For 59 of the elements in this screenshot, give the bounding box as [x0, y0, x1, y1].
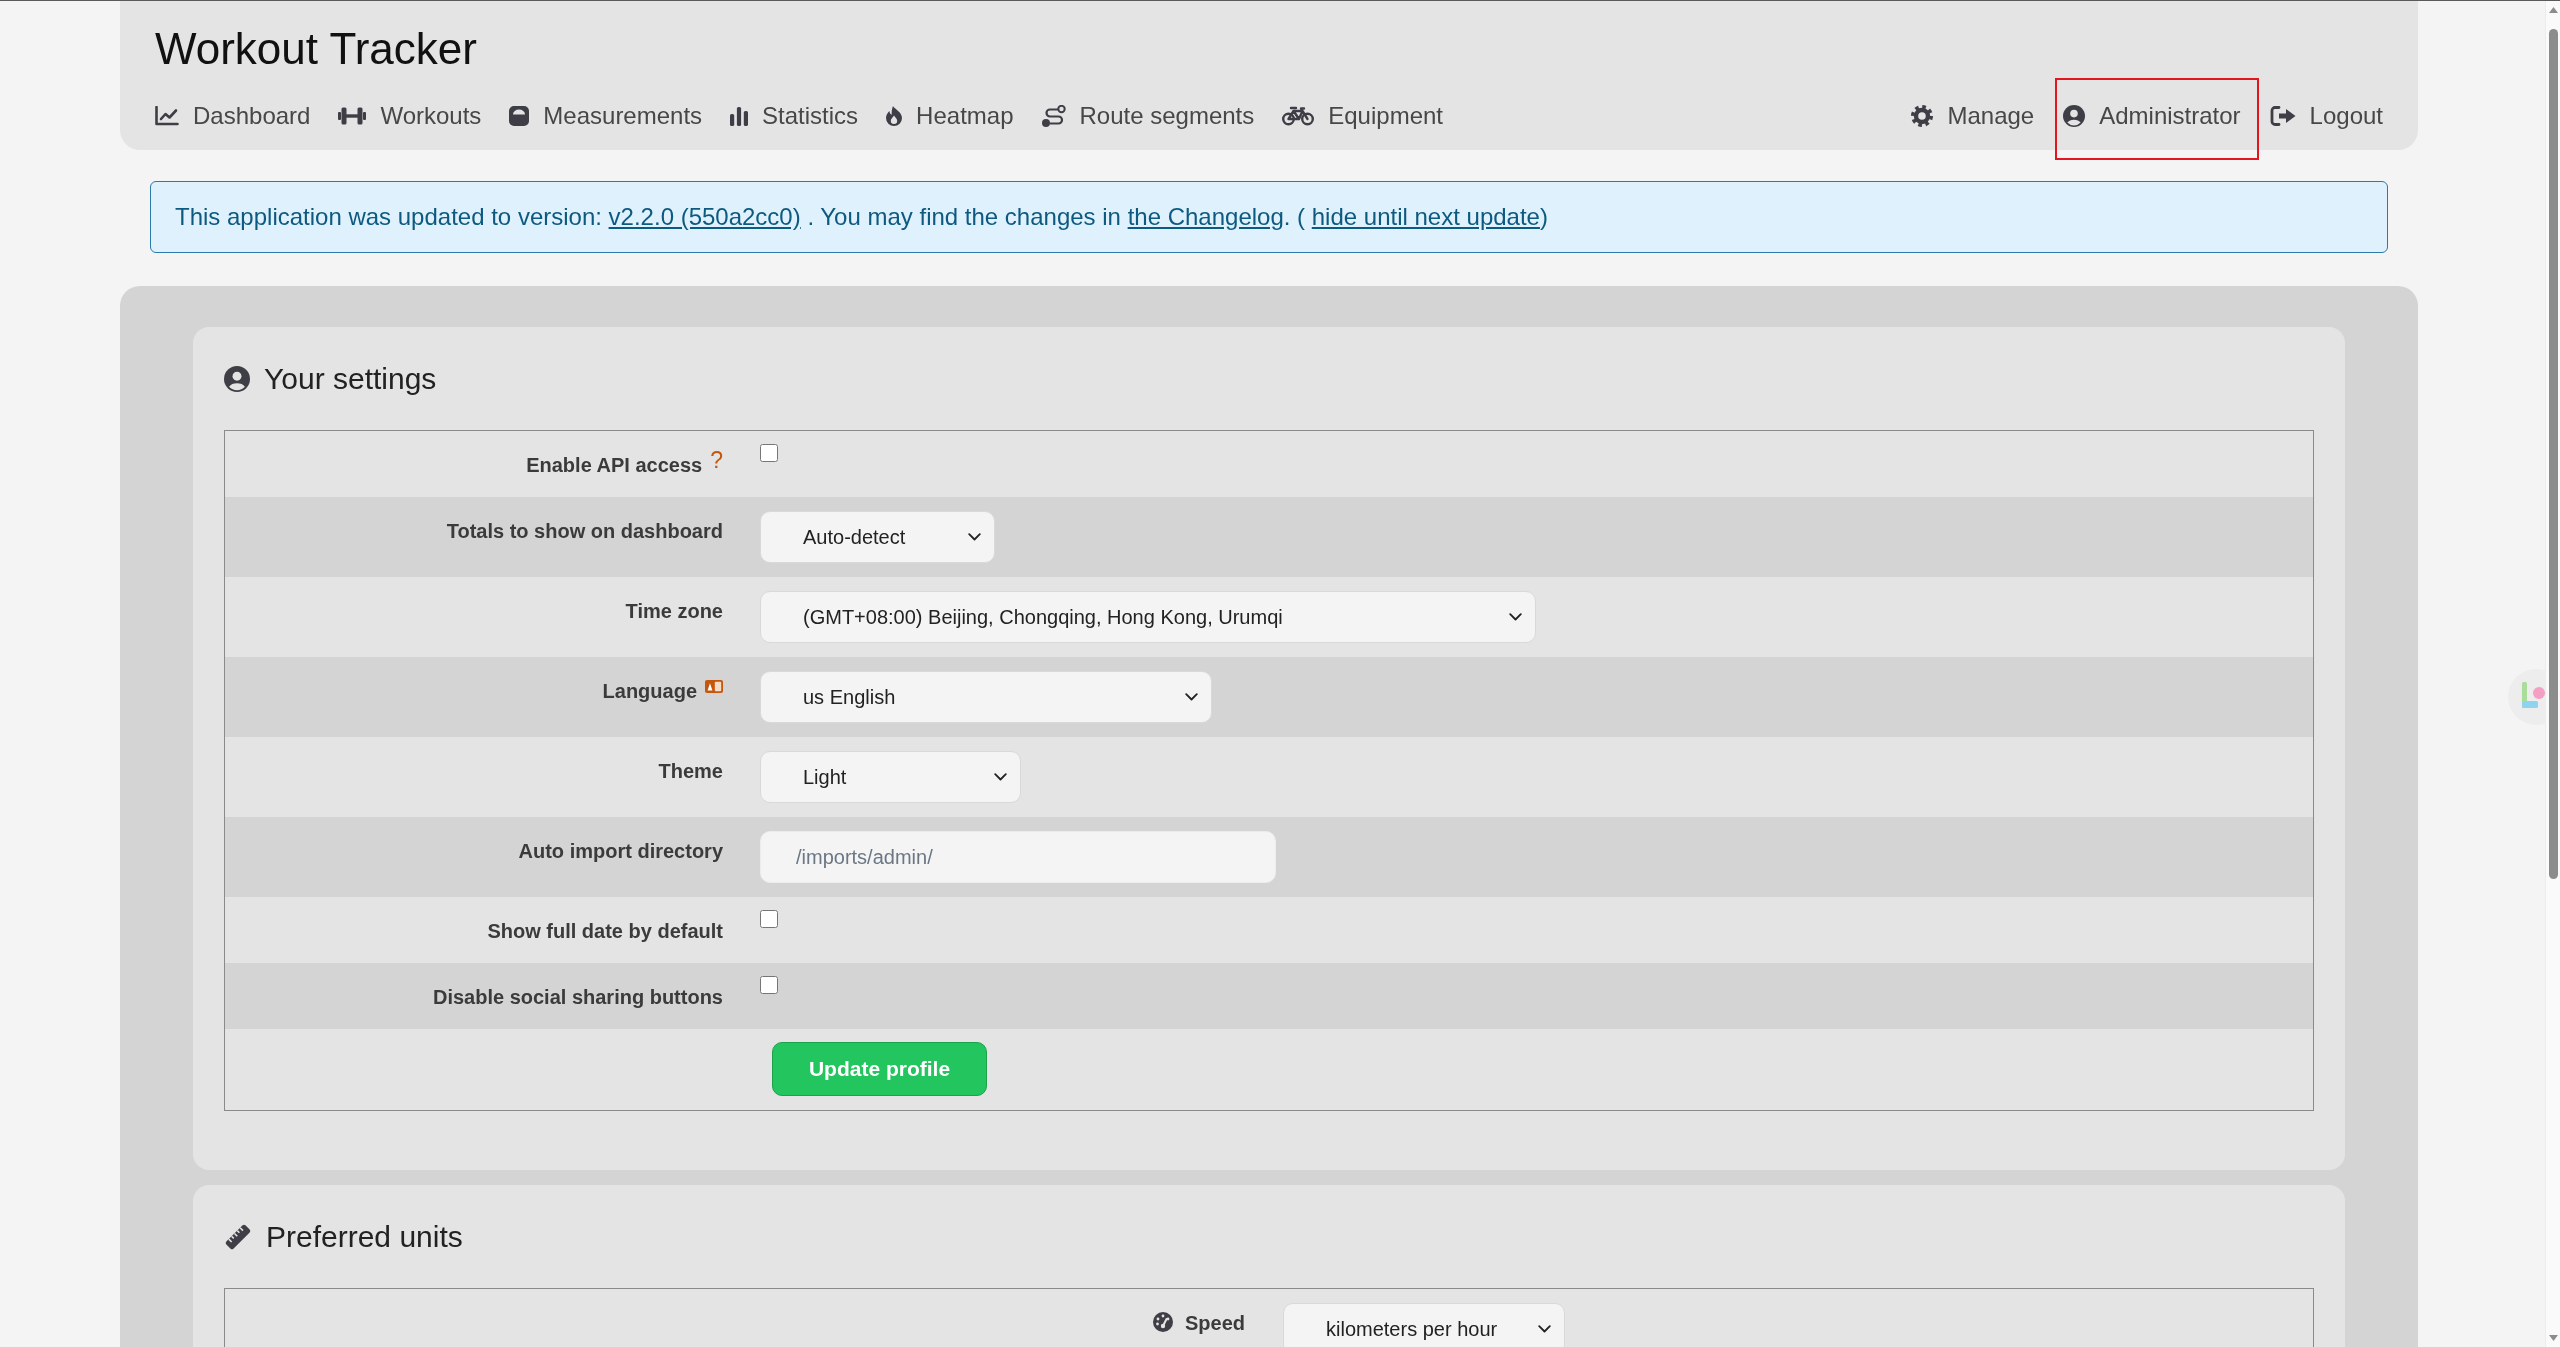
chevron-down-icon: [994, 773, 1007, 781]
field-label: Language: [602, 679, 697, 703]
field-label: Show full date by default: [487, 919, 723, 943]
user-circle-icon: [224, 366, 250, 392]
dropdown[interactable]: us English: [760, 671, 1212, 723]
nav-link[interactable]: Measurements: [509, 101, 703, 131]
checkbox[interactable]: [760, 444, 778, 462]
checkbox[interactable]: [760, 976, 778, 994]
nav-link[interactable]: Administrator: [2063, 101, 2241, 131]
help-mark: ?: [710, 449, 723, 471]
gear-icon: [1911, 105, 1934, 127]
text-field[interactable]: /imports/admin/: [760, 831, 1276, 883]
chevron-down-icon: [968, 533, 981, 541]
section-title: Preferred units: [266, 1219, 463, 1255]
scroll-up-icon[interactable]: [2548, 7, 2558, 13]
route-icon: [1041, 105, 1066, 127]
weight-scale-icon: [509, 106, 530, 126]
nav-link[interactable]: Workouts: [338, 101, 482, 131]
dropdown[interactable]: (GMT+08:00) Beijing, Chongqing, Hong Kong, Urumqi: [760, 591, 1536, 643]
flame-icon: [886, 106, 903, 126]
line-chart-icon: [155, 106, 179, 126]
scrollbar-thumb[interactable]: [2548, 29, 2558, 879]
field-label: Enable API access: [526, 453, 703, 477]
nav-link[interactable]: Heatmap: [886, 101, 1014, 131]
field-label: Speed: [1184, 1311, 1245, 1335]
link[interactable]: the Changelog: [1127, 203, 1284, 230]
scrollbar[interactable]: [2545, 1, 2560, 1347]
chevron-down-icon: [1538, 1325, 1551, 1333]
dropdown[interactable]: Auto-detect: [760, 511, 995, 563]
nav-link[interactable]: Logout: [2269, 101, 2383, 131]
update-notice: This application was updated to version: v2.2.0 (550a2cc0) . You may find the changes in the Changelog. ( hide until next update): [175, 202, 1548, 232]
link[interactable]: v2.2.0 (550a2cc0): [608, 203, 801, 230]
dropdown[interactable]: kilometers per hour: [1283, 1303, 1565, 1347]
chevron-down-icon: [1185, 693, 1198, 701]
translate-icon: [705, 680, 723, 693]
field-label: Totals to show on dashboard: [446, 519, 723, 543]
nav-link[interactable]: Route segments: [1041, 101, 1255, 131]
link[interactable]: hide until next update: [1311, 203, 1540, 230]
scroll-down-icon[interactable]: [2548, 1335, 2558, 1341]
section-title: Your settings: [264, 361, 437, 397]
dropdown[interactable]: Light: [760, 751, 1021, 803]
checkbox[interactable]: [760, 910, 778, 928]
field-label: Time zone: [625, 599, 723, 623]
bicycle-icon: [1282, 106, 1315, 126]
bar-chart-icon: [730, 106, 749, 126]
dumbbell-icon: [338, 106, 367, 126]
app-title: Workout Tracker: [155, 23, 478, 75]
nav-link[interactable]: Manage: [1911, 101, 2035, 131]
floating-widget-icon[interactable]: [2508, 669, 2545, 725]
nav-link[interactable]: Equipment: [1282, 101, 1443, 131]
field-label: Auto import directory: [518, 839, 723, 863]
gauge-icon: [1152, 1312, 1173, 1332]
chevron-down-icon: [1509, 613, 1522, 621]
nav-link[interactable]: Statistics: [730, 101, 859, 131]
field-label: Disable social sharing buttons: [432, 985, 723, 1009]
user-circle-icon: [2063, 105, 2086, 127]
field-label: Theme: [658, 759, 723, 783]
logout-icon: [2269, 105, 2296, 127]
nav-link[interactable]: Dashboard: [155, 101, 311, 131]
